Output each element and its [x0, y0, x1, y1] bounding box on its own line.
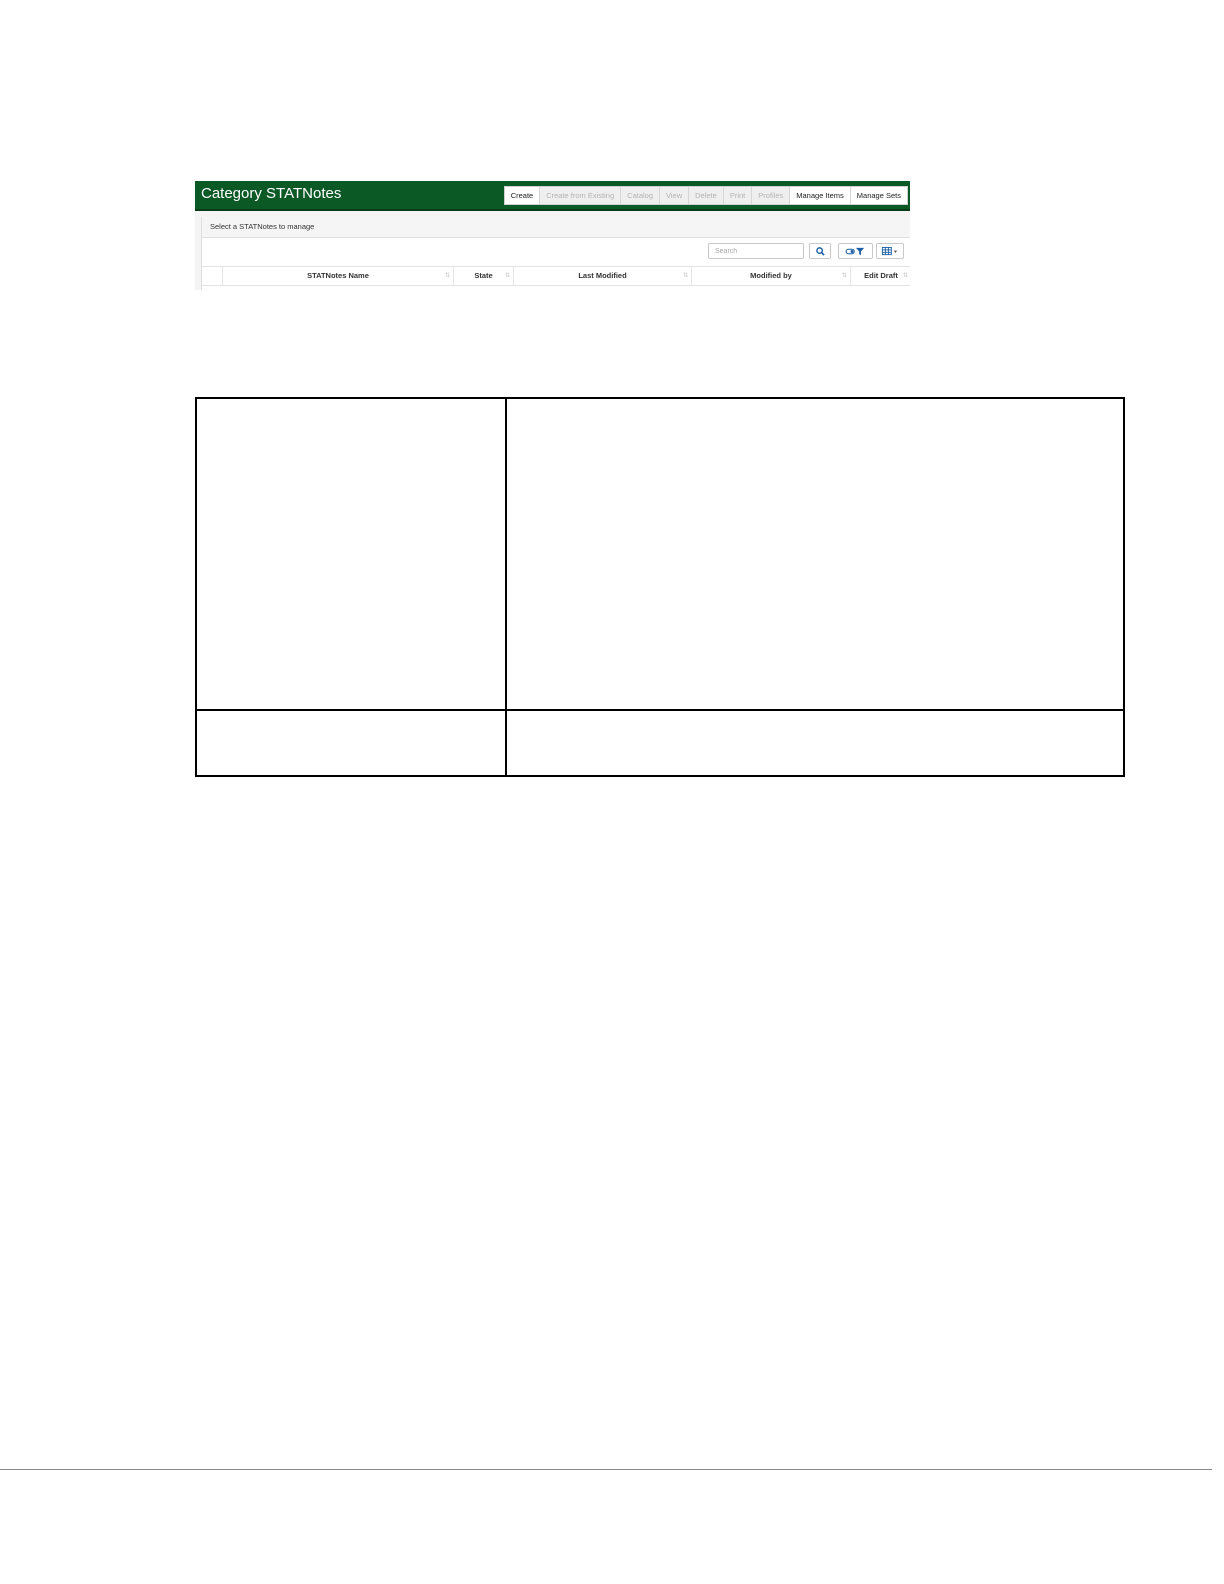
sort-icon: ⇅: [902, 273, 908, 279]
column-label: State: [474, 271, 493, 280]
column-label: Last Modified: [578, 271, 627, 280]
column-label: Edit Draft: [864, 271, 898, 280]
sort-icon: ⇅: [841, 273, 847, 279]
sort-icon: ⇅: [504, 273, 510, 279]
toolbar: Create Create from Existing Catalog View…: [503, 186, 908, 205]
column-header-edit-draft[interactable]: Edit Draft ⇅: [850, 267, 910, 285]
column-header-state[interactable]: State ⇅: [453, 267, 513, 285]
search-icon: [815, 246, 825, 256]
filter-icon: [845, 247, 864, 255]
table-column-divider: [505, 399, 507, 775]
table-header: STATNotes Name ⇅ State ⇅ Last Modified ⇅…: [202, 266, 910, 286]
create-from-existing-button[interactable]: Create from Existing: [539, 187, 621, 204]
page-title: Category STATNotes: [201, 185, 342, 202]
table-row-divider: [197, 709, 1123, 711]
catalog-button[interactable]: Catalog: [620, 187, 660, 204]
filter-button[interactable]: [838, 243, 873, 259]
columns-button[interactable]: [876, 243, 904, 259]
screenshot-panel: Category STATNotes Create Create from Ex…: [195, 181, 910, 290]
select-column-header: [202, 267, 222, 285]
column-label: Modified by: [750, 271, 792, 280]
view-button[interactable]: View: [659, 187, 689, 204]
columns-icon: [881, 246, 898, 255]
panel-heading: Select a STATNotes to manage: [202, 217, 910, 238]
column-header-name[interactable]: STATNotes Name ⇅: [222, 267, 453, 285]
search-button[interactable]: [809, 243, 831, 259]
content-area: Select a STATNotes to manage Search STAT…: [201, 217, 910, 290]
app-header: Category STATNotes Create Create from Ex…: [195, 181, 910, 211]
profiles-button[interactable]: Profiles: [751, 187, 790, 204]
print-button[interactable]: Print: [722, 187, 752, 204]
create-button[interactable]: Create: [504, 187, 540, 204]
column-header-modified-by[interactable]: Modified by ⇅: [691, 267, 850, 285]
search-input[interactable]: [708, 243, 804, 259]
delete-button[interactable]: Delete: [688, 187, 723, 204]
manage-items-button[interactable]: Manage Items: [789, 187, 850, 204]
column-label: STATNotes Name: [307, 271, 369, 280]
manage-sets-button[interactable]: Manage Sets: [849, 187, 907, 204]
document-table: [195, 397, 1125, 777]
column-header-last-modified[interactable]: Last Modified ⇅: [513, 267, 691, 285]
sort-icon: ⇅: [444, 273, 450, 279]
sort-icon: ⇅: [682, 273, 688, 279]
footer-divider: [0, 1469, 1212, 1470]
